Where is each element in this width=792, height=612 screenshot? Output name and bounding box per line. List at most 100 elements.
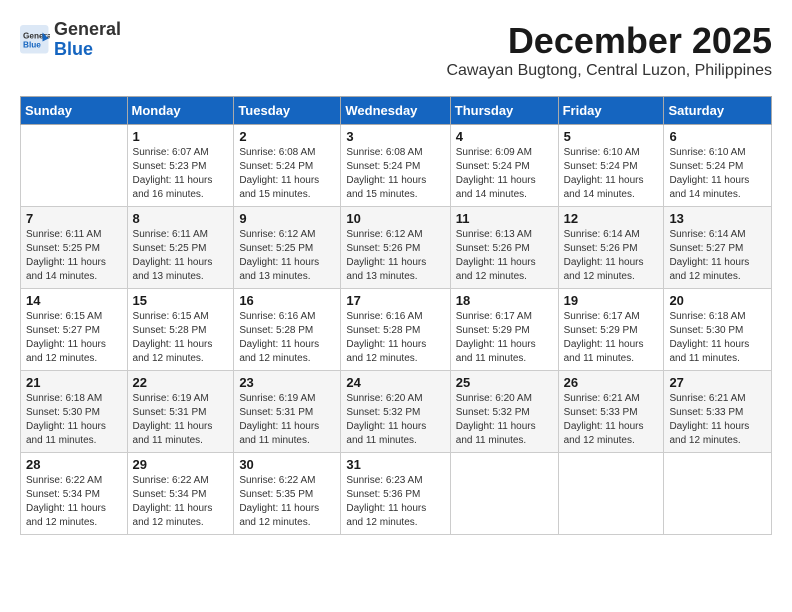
day-number: 2 [239, 129, 335, 144]
calendar-cell [21, 125, 128, 207]
day-info: Sunrise: 6:11 AMSunset: 5:25 PMDaylight:… [26, 228, 122, 284]
day-number: 16 [239, 293, 335, 308]
day-number: 5 [564, 129, 659, 144]
calendar-table: SundayMondayTuesdayWednesdayThursdayFrid… [20, 96, 772, 535]
day-info: Sunrise: 6:20 AMSunset: 5:32 PMDaylight:… [456, 392, 553, 448]
day-info: Sunrise: 6:21 AMSunset: 5:33 PMDaylight:… [564, 392, 659, 448]
day-number: 31 [346, 457, 444, 472]
day-number: 17 [346, 293, 444, 308]
day-number: 9 [239, 211, 335, 226]
calendar-cell: 14 Sunrise: 6:15 AMSunset: 5:27 PMDayligh… [21, 289, 128, 371]
calendar-cell: 18 Sunrise: 6:17 AMSunset: 5:29 PMDayligh… [450, 289, 558, 371]
day-number: 1 [133, 129, 229, 144]
month-title: December 2025 [446, 20, 772, 62]
header-day-monday: Monday [127, 97, 234, 125]
calendar-cell: 21Sunrise: 6:18 AMSunset: 5:30 PMDayligh… [21, 371, 128, 453]
location-title: Cawayan Bugtong, Central Luzon, Philippi… [446, 62, 772, 80]
calendar-cell: 9 Sunrise: 6:12 AMSunset: 5:25 PMDaylight… [234, 207, 341, 289]
calendar-cell: 15Sunrise: 6:15 AMSunset: 5:28 PMDayligh… [127, 289, 234, 371]
day-info: Sunrise: 6:19 AMSunset: 5:31 PMDaylight:… [133, 392, 229, 448]
calendar-cell: 29 Sunrise: 6:22 AMSunset: 5:34 PMDayligh… [127, 453, 234, 535]
day-number: 8 [133, 211, 229, 226]
day-number: 25 [456, 375, 553, 390]
day-info: Sunrise: 6:23 AMSunset: 5:36 PMDaylight:… [346, 474, 444, 530]
day-info: Sunrise: 6:15 AMSunset: 5:27 PMDaylight:… [26, 310, 122, 366]
calendar-cell: 7 Sunrise: 6:11 AMSunset: 5:25 PMDaylight… [21, 207, 128, 289]
header-day-saturday: Saturday [664, 97, 772, 125]
calendar-body: 1 Sunrise: 6:07 AMSunset: 5:23 PMDaylight… [21, 125, 772, 535]
calendar-cell: 2Sunrise: 6:08 AMSunset: 5:24 PMDaylight… [234, 125, 341, 207]
day-number: 13 [669, 211, 766, 226]
calendar-cell: 22 Sunrise: 6:19 AMSunset: 5:31 PMDayligh… [127, 371, 234, 453]
day-info: Sunrise: 6:17 AMSunset: 5:29 PMDaylight:… [456, 310, 553, 366]
calendar-cell [664, 453, 772, 535]
day-info: Sunrise: 6:20 AMSunset: 5:32 PMDaylight:… [346, 392, 444, 448]
day-number: 30 [239, 457, 335, 472]
day-number: 29 [133, 457, 229, 472]
calendar-cell: 6Sunrise: 6:10 AMSunset: 5:24 PMDaylight… [664, 125, 772, 207]
calendar-cell: 19 Sunrise: 6:17 AMSunset: 5:29 PMDayligh… [558, 289, 664, 371]
day-number: 26 [564, 375, 659, 390]
day-number: 22 [133, 375, 229, 390]
day-info: Sunrise: 6:15 AMSunset: 5:28 PMDaylight:… [133, 310, 229, 366]
day-number: 12 [564, 211, 659, 226]
day-info: Sunrise: 6:16 AMSunset: 5:28 PMDaylight:… [346, 310, 444, 366]
day-info: Sunrise: 6:10 AMSunset: 5:24 PMDaylight:… [564, 146, 659, 202]
calendar-week-row: 7 Sunrise: 6:11 AMSunset: 5:25 PMDaylight… [21, 207, 772, 289]
day-info: Sunrise: 6:22 AMSunset: 5:34 PMDaylight:… [26, 474, 122, 530]
logo-general: General [54, 19, 121, 39]
day-number: 21 [26, 375, 122, 390]
calendar-week-row: 21Sunrise: 6:18 AMSunset: 5:30 PMDayligh… [21, 371, 772, 453]
day-info: Sunrise: 6:07 AMSunset: 5:23 PMDaylight:… [133, 146, 229, 202]
calendar-cell: 12 Sunrise: 6:14 AMSunset: 5:26 PMDayligh… [558, 207, 664, 289]
day-info: Sunrise: 6:22 AMSunset: 5:35 PMDaylight:… [239, 474, 335, 530]
day-number: 10 [346, 211, 444, 226]
header-day-friday: Friday [558, 97, 664, 125]
calendar-cell: 8 Sunrise: 6:11 AMSunset: 5:25 PMDaylight… [127, 207, 234, 289]
day-info: Sunrise: 6:14 AMSunset: 5:27 PMDaylight:… [669, 228, 766, 284]
day-info: Sunrise: 6:11 AMSunset: 5:25 PMDaylight:… [133, 228, 229, 284]
day-number: 3 [346, 129, 444, 144]
day-info: Sunrise: 6:13 AMSunset: 5:26 PMDaylight:… [456, 228, 553, 284]
calendar-cell: 11 Sunrise: 6:13 AMSunset: 5:26 PMDayligh… [450, 207, 558, 289]
day-number: 14 [26, 293, 122, 308]
calendar-cell: 20Sunrise: 6:18 AMSunset: 5:30 PMDayligh… [664, 289, 772, 371]
calendar-cell [558, 453, 664, 535]
day-number: 18 [456, 293, 553, 308]
day-info: Sunrise: 6:14 AMSunset: 5:26 PMDaylight:… [564, 228, 659, 284]
calendar-cell: 28Sunrise: 6:22 AMSunset: 5:34 PMDayligh… [21, 453, 128, 535]
day-info: Sunrise: 6:12 AMSunset: 5:25 PMDaylight:… [239, 228, 335, 284]
logo-blue: Blue [54, 39, 93, 59]
day-number: 24 [346, 375, 444, 390]
day-info: Sunrise: 6:09 AMSunset: 5:24 PMDaylight:… [456, 146, 553, 202]
calendar-cell: 3 Sunrise: 6:08 AMSunset: 5:24 PMDaylight… [341, 125, 450, 207]
day-info: Sunrise: 6:08 AMSunset: 5:24 PMDaylight:… [346, 146, 444, 202]
calendar-cell: 30 Sunrise: 6:22 AMSunset: 5:35 PMDayligh… [234, 453, 341, 535]
calendar-cell: 4 Sunrise: 6:09 AMSunset: 5:24 PMDaylight… [450, 125, 558, 207]
calendar-cell: 24 Sunrise: 6:20 AMSunset: 5:32 PMDayligh… [341, 371, 450, 453]
calendar-cell [450, 453, 558, 535]
day-info: Sunrise: 6:17 AMSunset: 5:29 PMDaylight:… [564, 310, 659, 366]
calendar-cell: 25 Sunrise: 6:20 AMSunset: 5:32 PMDayligh… [450, 371, 558, 453]
calendar-cell: 23 Sunrise: 6:19 AMSunset: 5:31 PMDayligh… [234, 371, 341, 453]
day-number: 6 [669, 129, 766, 144]
header-day-thursday: Thursday [450, 97, 558, 125]
day-info: Sunrise: 6:22 AMSunset: 5:34 PMDaylight:… [133, 474, 229, 530]
calendar-cell: 27 Sunrise: 6:21 AMSunset: 5:33 PMDayligh… [664, 371, 772, 453]
day-info: Sunrise: 6:19 AMSunset: 5:31 PMDaylight:… [239, 392, 335, 448]
calendar-cell: 10Sunrise: 6:12 AMSunset: 5:26 PMDayligh… [341, 207, 450, 289]
calendar-week-row: 28Sunrise: 6:22 AMSunset: 5:34 PMDayligh… [21, 453, 772, 535]
header-day-sunday: Sunday [21, 97, 128, 125]
calendar-header-row: SundayMondayTuesdayWednesdayThursdayFrid… [21, 97, 772, 125]
day-info: Sunrise: 6:21 AMSunset: 5:33 PMDaylight:… [669, 392, 766, 448]
calendar-cell: 31 Sunrise: 6:23 AMSunset: 5:36 PMDayligh… [341, 453, 450, 535]
day-number: 4 [456, 129, 553, 144]
day-number: 7 [26, 211, 122, 226]
day-number: 27 [669, 375, 766, 390]
title-section: December 2025 Cawayan Bugtong, Central L… [446, 20, 772, 90]
day-number: 23 [239, 375, 335, 390]
calendar-cell: 16Sunrise: 6:16 AMSunset: 5:28 PMDayligh… [234, 289, 341, 371]
svg-text:Blue: Blue [23, 40, 41, 49]
day-number: 19 [564, 293, 659, 308]
day-number: 11 [456, 211, 553, 226]
